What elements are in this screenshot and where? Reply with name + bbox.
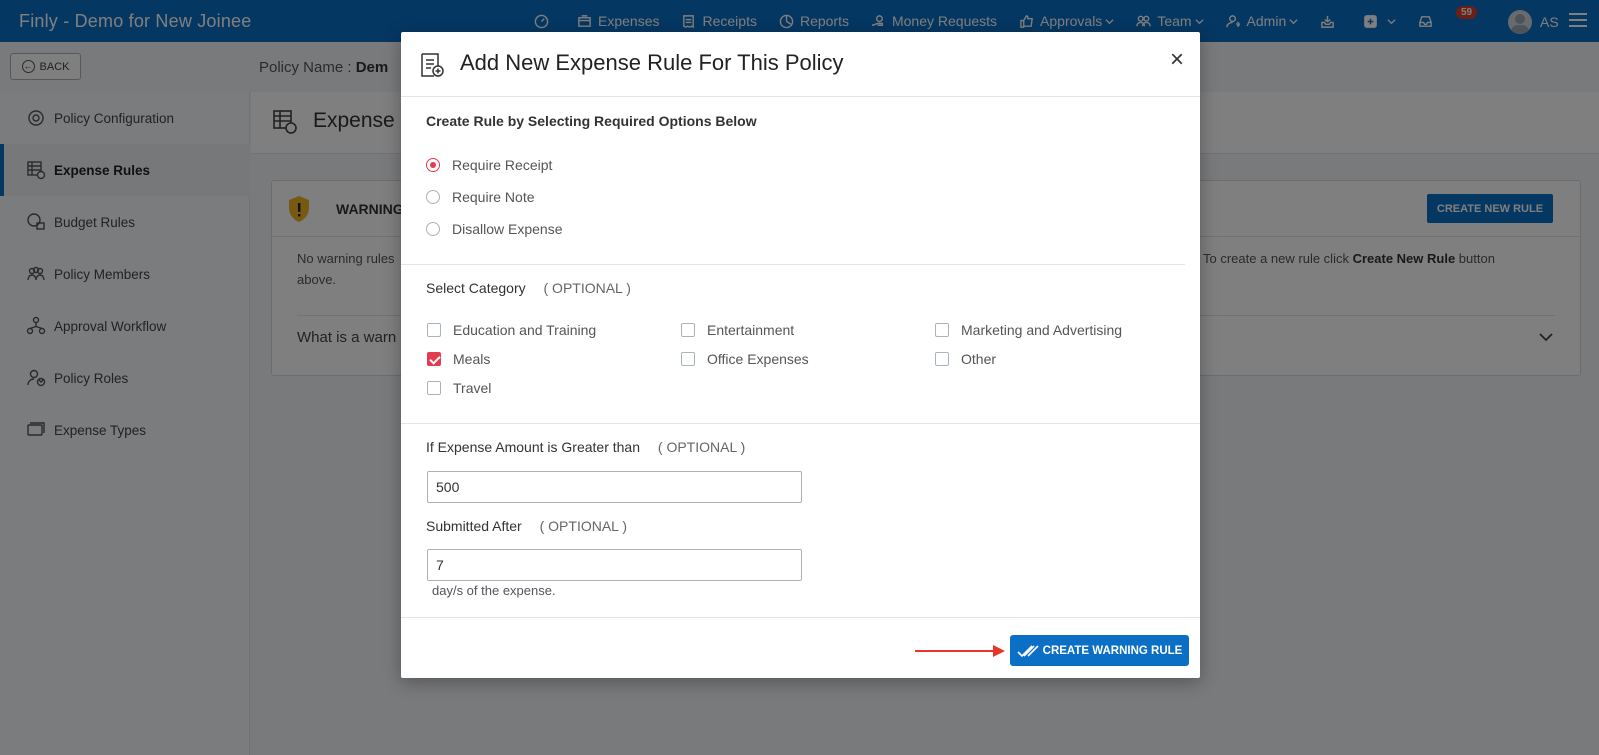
radio-disallow-expense[interactable]: Disallow Expense <box>426 221 563 237</box>
section-divider <box>401 423 1200 424</box>
optional-label: ( OPTIONAL ) <box>539 518 627 534</box>
radio-button[interactable] <box>426 222 440 236</box>
radio-require-note[interactable]: Require Note <box>426 189 535 205</box>
radio-label: Disallow Expense <box>452 221 563 237</box>
checkbox[interactable] <box>681 323 695 337</box>
checkbox[interactable] <box>427 323 441 337</box>
category-entertainment[interactable]: Entertainment <box>681 322 794 338</box>
amount-heading: If Expense Amount is Greater than ( OPTI… <box>426 439 745 455</box>
checkbox-label: Entertainment <box>707 322 795 338</box>
submitted-after-input[interactable] <box>427 549 802 581</box>
create-warning-rule-label: CREATE WARNING RULE <box>1042 644 1183 657</box>
category-office-expenses[interactable]: Office Expenses <box>681 351 809 367</box>
days-note: day/s of the expense. <box>432 583 556 598</box>
checkbox-label: Travel <box>453 380 492 396</box>
category-heading-label: Select Category <box>426 280 526 296</box>
modal-header: Add New Expense Rule For This Policy × <box>401 32 1200 97</box>
category-travel[interactable]: Travel <box>427 380 491 396</box>
submitted-after-label: Submitted After <box>426 518 522 534</box>
radio-require-receipt[interactable]: Require Receipt <box>426 157 552 173</box>
radio-button[interactable] <box>426 190 440 204</box>
radio-label: Require Receipt <box>452 157 553 173</box>
optional-label: ( OPTIONAL ) <box>543 280 631 296</box>
optional-label: ( OPTIONAL ) <box>657 439 746 455</box>
add-expense-rule-modal: Add New Expense Rule For This Policy × C… <box>401 32 1200 678</box>
section-divider <box>401 617 1200 618</box>
red-arrow-annotation <box>915 645 1005 657</box>
section-divider <box>401 264 1185 265</box>
create-warning-rule-button[interactable]: CREATE WARNING RULE <box>1010 635 1189 666</box>
checkbox-label: Meals <box>453 351 491 367</box>
checkbox[interactable] <box>935 352 949 366</box>
category-meals[interactable]: Meals <box>427 351 490 367</box>
submitted-after-heading: Submitted After ( OPTIONAL ) <box>426 518 627 534</box>
modal-title: Add New Expense Rule For This Policy <box>460 50 844 75</box>
radio-button[interactable] <box>426 158 440 172</box>
checkbox[interactable] <box>427 352 441 366</box>
category-heading: Select Category ( OPTIONAL ) <box>426 280 631 296</box>
checkbox[interactable] <box>427 381 441 395</box>
double-check-icon <box>1017 644 1039 657</box>
checkbox-label: Office Expenses <box>707 351 809 367</box>
amount-input[interactable] <box>427 471 802 503</box>
checkbox-label: Marketing and Advertising <box>961 322 1123 338</box>
radio-label: Require Note <box>452 189 535 205</box>
close-icon[interactable]: × <box>1170 48 1184 72</box>
checkbox[interactable] <box>681 352 695 366</box>
category-marketing-and-advertising[interactable]: Marketing and Advertising <box>935 322 1122 338</box>
add-rule-icon <box>421 53 444 77</box>
create-rule-heading: Create Rule by Selecting Required Option… <box>426 113 757 129</box>
amount-heading-label: If Expense Amount is Greater than <box>426 439 641 455</box>
checkbox-label: Education and Training <box>453 322 597 338</box>
category-other[interactable]: Other <box>935 351 996 367</box>
checkbox[interactable] <box>935 323 949 337</box>
checkbox-label: Other <box>961 351 997 367</box>
category-education-and-training[interactable]: Education and Training <box>427 322 596 338</box>
